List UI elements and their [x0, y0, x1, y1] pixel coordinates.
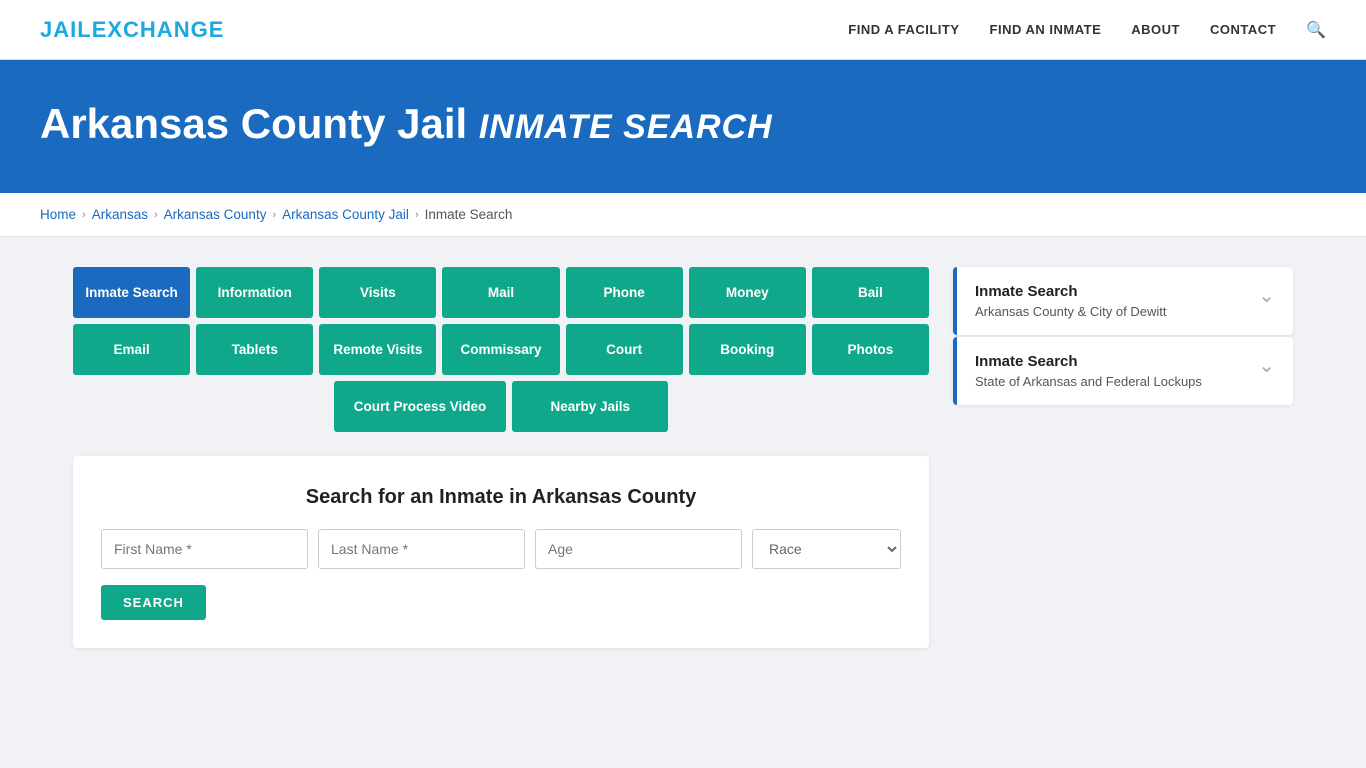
chevron-down-icon-1[interactable]: ⌄ — [1258, 283, 1275, 308]
search-fields: Race — [101, 529, 901, 569]
sidebar-card-1: Inmate Search Arkansas County & City of … — [953, 267, 1293, 335]
first-name-input[interactable] — [101, 529, 308, 569]
age-input[interactable] — [535, 529, 742, 569]
sidebar-card-2-subtitle: State of Arkansas and Federal Lockups — [975, 374, 1202, 389]
sidebar-card-text-2: Inmate Search State of Arkansas and Fede… — [975, 353, 1202, 389]
breadcrumb-current: Inmate Search — [425, 207, 513, 222]
btn-nearby-jails[interactable]: Nearby Jails — [512, 381, 668, 432]
hero-subtitle: INMATE SEARCH — [479, 108, 773, 146]
breadcrumb-arkansas-county-jail[interactable]: Arkansas County Jail — [282, 207, 409, 222]
nav-find-inmate[interactable]: FIND AN INMATE — [990, 22, 1102, 37]
breadcrumb-sep-4: › — [415, 209, 419, 221]
btn-bail[interactable]: Bail — [812, 267, 929, 318]
breadcrumb: Home › Arkansas › Arkansas County › Arka… — [40, 207, 1326, 222]
search-button[interactable]: SEARCH — [101, 585, 206, 620]
search-icon[interactable]: 🔍 — [1306, 20, 1326, 40]
nav-buttons-row3: Court Process Video Nearby Jails — [73, 381, 929, 432]
breadcrumb-arkansas-county[interactable]: Arkansas County — [164, 207, 267, 222]
breadcrumb-home[interactable]: Home — [40, 207, 76, 222]
sidebar-card-2: Inmate Search State of Arkansas and Fede… — [953, 337, 1293, 405]
sidebar-card-inner-1: Inmate Search Arkansas County & City of … — [953, 267, 1293, 335]
breadcrumb-bar: Home › Arkansas › Arkansas County › Arka… — [0, 193, 1366, 237]
main-content: Inmate Search Information Visits Mail Ph… — [73, 267, 929, 648]
logo[interactable]: JAILEXCHANGE — [40, 17, 224, 43]
btn-money[interactable]: Money — [689, 267, 806, 318]
content-wrapper: Inmate Search Information Visits Mail Ph… — [33, 237, 1333, 678]
btn-information[interactable]: Information — [196, 267, 313, 318]
hero-banner: Arkansas County Jail INMATE SEARCH — [0, 60, 1366, 193]
search-title: Search for an Inmate in Arkansas County — [101, 486, 901, 509]
btn-inmate-search[interactable]: Inmate Search — [73, 267, 190, 318]
logo-exchange: EXCHANGE — [92, 17, 225, 42]
nav-contact[interactable]: CONTACT — [1210, 22, 1276, 37]
sidebar-right: Inmate Search Arkansas County & City of … — [953, 267, 1293, 407]
btn-email[interactable]: Email — [73, 324, 190, 375]
chevron-down-icon-2[interactable]: ⌄ — [1258, 353, 1275, 378]
last-name-input[interactable] — [318, 529, 525, 569]
btn-commissary[interactable]: Commissary — [442, 324, 559, 375]
breadcrumb-sep-1: › — [82, 209, 86, 221]
navigation: JAILEXCHANGE FIND A FACILITY FIND AN INM… — [0, 0, 1366, 60]
sidebar-card-1-subtitle: Arkansas County & City of Dewitt — [975, 304, 1166, 319]
btn-phone[interactable]: Phone — [566, 267, 683, 318]
page-heading: Arkansas County Jail INMATE SEARCH — [40, 100, 1326, 148]
sidebar-card-2-title: Inmate Search — [975, 353, 1202, 370]
sidebar-card-text-1: Inmate Search Arkansas County & City of … — [975, 283, 1166, 319]
breadcrumb-arkansas[interactable]: Arkansas — [92, 207, 148, 222]
btn-remote-visits[interactable]: Remote Visits — [319, 324, 436, 375]
nav-about[interactable]: ABOUT — [1131, 22, 1180, 37]
btn-visits[interactable]: Visits — [319, 267, 436, 318]
btn-photos[interactable]: Photos — [812, 324, 929, 375]
sidebar-card-1-title: Inmate Search — [975, 283, 1166, 300]
breadcrumb-sep-2: › — [154, 209, 158, 221]
sidebar-card-inner-2: Inmate Search State of Arkansas and Fede… — [953, 337, 1293, 405]
btn-tablets[interactable]: Tablets — [196, 324, 313, 375]
breadcrumb-sep-3: › — [272, 209, 276, 221]
search-panel: Search for an Inmate in Arkansas County … — [73, 456, 929, 648]
nav-buttons-row2: Email Tablets Remote Visits Commissary C… — [73, 324, 929, 375]
nav-links: FIND A FACILITY FIND AN INMATE ABOUT CON… — [848, 20, 1326, 40]
btn-mail[interactable]: Mail — [442, 267, 559, 318]
nav-find-facility[interactable]: FIND A FACILITY — [848, 22, 959, 37]
btn-booking[interactable]: Booking — [689, 324, 806, 375]
nav-buttons-row1: Inmate Search Information Visits Mail Ph… — [73, 267, 929, 318]
btn-court-process-video[interactable]: Court Process Video — [334, 381, 507, 432]
logo-jail: JAIL — [40, 17, 92, 42]
hero-title: Arkansas County Jail — [40, 100, 467, 147]
race-select[interactable]: Race — [752, 529, 901, 569]
btn-court[interactable]: Court — [566, 324, 683, 375]
